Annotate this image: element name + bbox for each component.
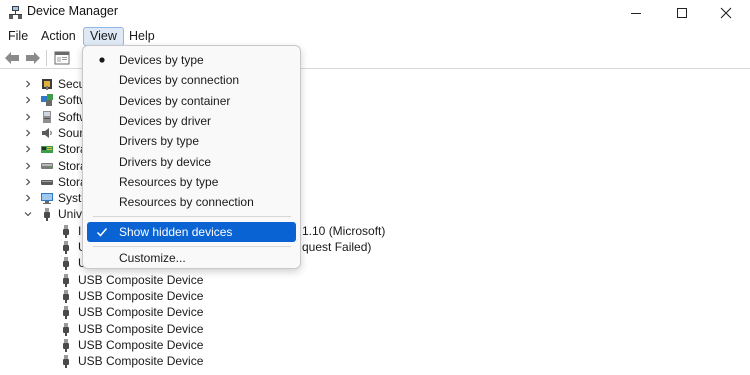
menu-action[interactable]: Action: [36, 27, 81, 46]
storage-drive-icon: [40, 175, 54, 189]
view-menu-item[interactable]: Drivers by type: [87, 131, 296, 151]
back-arrow-icon: [5, 52, 19, 64]
system-device-icon: [40, 191, 54, 205]
view-menu-item-label: Resources by type: [119, 174, 219, 189]
usb-device-icon: [59, 289, 73, 303]
menu-help[interactable]: Help: [124, 27, 160, 46]
view-menu-item[interactable]: Devices by type: [87, 50, 296, 70]
sound-icon: [40, 126, 54, 140]
usb-device-icon: [59, 322, 73, 336]
view-menu-item-label: Drivers by device: [119, 154, 212, 169]
software-device-icon: [40, 110, 54, 124]
storage-controller-icon: [40, 142, 54, 156]
usb-device-row[interactable]: USB Composite Device: [0, 337, 750, 354]
view-menu-item-label: Devices by driver: [119, 113, 212, 128]
chevron-right-icon[interactable]: [23, 193, 33, 203]
usb-device-label: 1.10 (Microsoft): [302, 223, 386, 238]
usb-device-label: USB Composite Device: [78, 354, 204, 369]
view-menu-item[interactable]: Devices by driver: [87, 111, 296, 131]
back-button[interactable]: [4, 50, 20, 66]
usb-device-label: USB Composite Device: [78, 305, 204, 320]
view-dropdown-menu: Devices by type Devices by connection Devi…: [82, 45, 301, 269]
radio-bullet-icon: [95, 50, 109, 70]
usb-device-label: quest Failed): [302, 240, 372, 254]
view-menu-item[interactable]: Resources by connection: [87, 192, 296, 212]
menu-file[interactable]: File: [3, 27, 33, 46]
close-icon: [720, 7, 732, 18]
usb-device-row[interactable]: USB Composite Device: [0, 353, 750, 370]
maximize-button[interactable]: [662, 0, 702, 25]
title-bar: Device Manager: [0, 0, 750, 25]
security-device-icon: [40, 77, 54, 91]
chevron-right-icon[interactable]: [23, 144, 33, 154]
usb-device-row[interactable]: USB Composite Device: [0, 321, 750, 338]
usb-device-label: USB Composite Device: [78, 321, 204, 336]
menu-view[interactable]: View: [83, 27, 124, 46]
chevron-right-icon[interactable]: [23, 79, 33, 89]
view-menu-item-label: Show hidden devices: [119, 225, 233, 239]
view-menu-item-label: Devices by container: [119, 93, 231, 108]
usb-device-icon: [59, 273, 73, 287]
usb-device-row[interactable]: USB Composite Device: [0, 272, 750, 289]
chevron-right-icon[interactable]: [23, 177, 33, 187]
software-component-icon: [40, 93, 54, 107]
close-button[interactable]: [706, 0, 746, 25]
view-menu-item[interactable]: Drivers by device: [87, 152, 296, 172]
usb-icon: [40, 207, 54, 222]
forward-arrow-icon: [26, 52, 40, 64]
view-menu-customize[interactable]: Customize...: [87, 248, 296, 268]
window-title: Device Manager: [27, 4, 119, 18]
view-menu-item[interactable]: Devices by connection: [87, 70, 296, 90]
usb-device-label: USB Composite Device: [78, 288, 204, 303]
device-manager-app-icon: [9, 6, 22, 19]
checkmark-icon: [95, 222, 109, 242]
chevron-down-icon[interactable]: [23, 209, 33, 219]
usb-device-row[interactable]: USB Composite Device: [0, 304, 750, 321]
usb-device-label: USB Composite Device: [78, 272, 204, 287]
menu-bar: File Action View Help: [0, 25, 750, 47]
chevron-right-icon[interactable]: [23, 95, 33, 105]
usb-device-label-prefix: I: [78, 223, 82, 238]
usb-device-icon: [59, 354, 73, 369]
view-menu-item[interactable]: Devices by container: [87, 91, 296, 111]
toolbar-separator: [46, 50, 47, 66]
properties-window-icon: [54, 51, 70, 65]
usb-device-row[interactable]: USB Composite Device: [0, 288, 750, 305]
menu-separator: [93, 216, 291, 217]
menu-separator: [93, 246, 291, 247]
chevron-right-icon[interactable]: [23, 128, 33, 138]
view-menu-item-label: Drivers by type: [119, 134, 200, 149]
chevron-right-icon[interactable]: [23, 161, 33, 171]
usb-device-label: USB Composite Device: [78, 337, 204, 352]
minimize-button[interactable]: [616, 0, 656, 25]
maximize-icon: [677, 7, 687, 18]
minimize-icon: [631, 12, 641, 14]
view-menu-item-label: Devices by type: [119, 53, 204, 67]
view-menu-item-label: Customize...: [119, 251, 186, 265]
usb-device-icon: [59, 305, 73, 320]
forward-button[interactable]: [25, 50, 41, 66]
view-menu-item[interactable]: Resources by type: [87, 172, 296, 192]
usb-device-icon: [59, 256, 73, 271]
usb-device-icon: [59, 338, 73, 352]
storage-volume-icon: [40, 159, 54, 173]
view-menu-item-label: Devices by connection: [119, 73, 240, 88]
view-menu-item-label: Resources by connection: [119, 195, 254, 210]
usb-device-icon: [59, 240, 73, 254]
usb-device-icon: [59, 224, 73, 238]
chevron-right-icon[interactable]: [23, 112, 33, 122]
properties-button[interactable]: [54, 50, 70, 66]
view-menu-show-hidden-devices[interactable]: Show hidden devices: [87, 222, 296, 242]
